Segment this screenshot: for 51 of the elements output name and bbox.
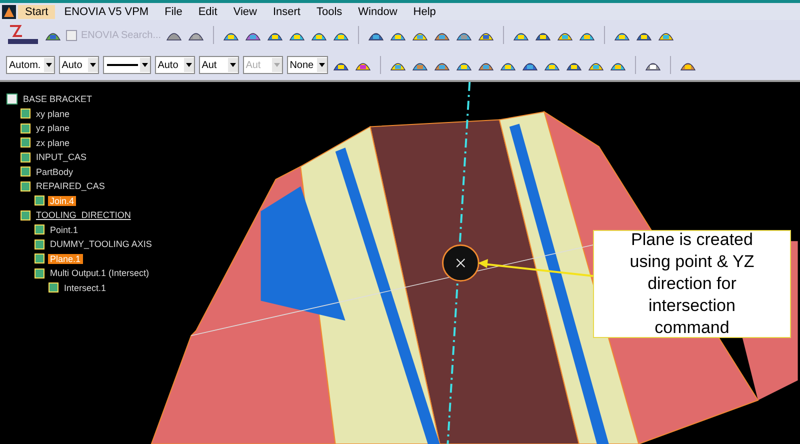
tree-node-icon	[20, 152, 31, 163]
brand-logo-icon	[6, 24, 40, 46]
tree-node-icon	[20, 180, 31, 192]
tree-node-icon	[20, 122, 31, 134]
tree-node-label[interactable]: BASE BRACKET	[21, 94, 94, 104]
caret-icon	[318, 63, 325, 67]
caret-icon	[186, 63, 192, 67]
tree-node-icon	[20, 137, 31, 148]
tree-node-label[interactable]: yz plane	[34, 123, 72, 134]
menu-item[interactable]: File	[158, 4, 190, 18]
dropdown[interactable]: Autom.	[6, 56, 55, 74]
caret-icon	[90, 63, 96, 67]
menu-item[interactable]: Tools	[309, 4, 350, 18]
tree-node-icon	[34, 238, 45, 250]
dropdown[interactable]: Aut	[198, 56, 239, 74]
tree-node-label[interactable]: REPAIRED_CAS	[34, 181, 107, 192]
tree-node-label[interactable]: PartBody	[34, 166, 76, 177]
tree-root-icon	[6, 93, 18, 106]
tree-node-icon	[48, 282, 59, 294]
caret-icon	[46, 63, 52, 67]
callout-note: Plane is created using point & YZ direction for intersection command	[593, 230, 791, 338]
tree-node-label[interactable]: xy plane	[34, 108, 72, 119]
tree-node-icon	[20, 210, 31, 221]
tree-node-icon	[20, 108, 31, 120]
tree-node-icon	[20, 166, 31, 178]
tree-node-label[interactable]: Point.1	[48, 224, 80, 235]
tree-node-label[interactable]: zx plane	[34, 138, 72, 148]
tree-node-label[interactable]: Multi Output.1 (Intersect)	[48, 268, 152, 278]
tree-node-label[interactable]: INPUT_CAS	[34, 152, 89, 162]
tree-node-label[interactable]: TOOLING_DIRECTION	[34, 210, 133, 220]
tree-node-icon	[34, 268, 45, 279]
dropdown[interactable]: None	[286, 56, 328, 74]
line-style-dropdown[interactable]	[102, 56, 151, 74]
caret-icon	[274, 63, 280, 67]
tree-node-icon	[34, 195, 45, 206]
app-logo-icon	[2, 4, 16, 18]
tree-node-label[interactable]: DUMMY_TOOLING AXIS	[48, 239, 154, 250]
tree-node-label[interactable]: Intersect.1	[62, 282, 108, 293]
menu-item[interactable]: Edit	[191, 4, 224, 18]
menu-item[interactable]: Insert	[266, 4, 308, 18]
tree-node-icon	[34, 224, 45, 236]
dropdown[interactable]: Auto	[58, 56, 99, 74]
menu-item[interactable]: View	[226, 4, 264, 18]
menu-item[interactable]: Help	[406, 4, 443, 18]
menu-item[interactable]: Start	[18, 4, 56, 18]
menu-item[interactable]: ENOVIA V5 VPM	[57, 4, 156, 18]
menu-item[interactable]: Window	[351, 4, 404, 18]
caret-icon	[142, 63, 148, 67]
dropdown[interactable]: Auto	[154, 56, 195, 74]
caret-icon	[230, 63, 236, 67]
tree-node-icon	[34, 253, 45, 264]
